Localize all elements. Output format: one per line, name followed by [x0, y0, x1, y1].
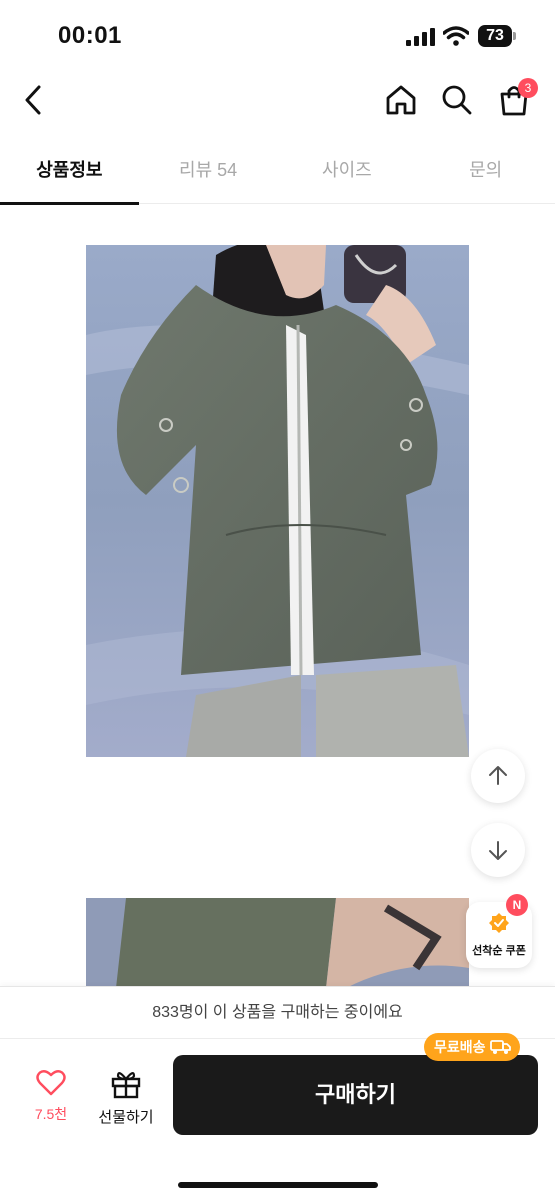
arrow-up-icon — [489, 766, 507, 785]
scroll-down-button[interactable] — [471, 823, 525, 877]
product-photo-second-graphic — [86, 898, 469, 988]
cellular-signal-icon — [406, 28, 435, 46]
search-icon — [442, 85, 472, 115]
home-button[interactable] — [381, 80, 421, 120]
home-indicator — [178, 1182, 378, 1188]
gift-icon — [111, 1072, 141, 1099]
status-time: 00:01 — [58, 22, 122, 49]
product-tabs: 상품정보 리뷰 54 사이즈 문의 — [0, 140, 555, 205]
wifi-icon — [443, 26, 469, 46]
product-photo — [86, 245, 469, 757]
product-photo-second — [86, 898, 469, 988]
coupon-check-icon — [489, 913, 509, 933]
cart-button[interactable]: 3 — [494, 78, 538, 120]
battery-level: 73 — [486, 27, 504, 44]
battery-indicator: 73 — [478, 25, 512, 47]
chevron-left-icon — [25, 85, 41, 115]
like-button[interactable]: 7.5천 — [22, 1069, 80, 1129]
gift-label: 선물하기 — [98, 1109, 154, 1126]
tab-size[interactable]: 사이즈 — [278, 140, 417, 203]
back-button[interactable] — [14, 80, 54, 120]
search-button[interactable] — [437, 80, 477, 120]
free-shipping-label: 무료배송 — [434, 1039, 486, 1055]
gift-button[interactable]: 선물하기 — [92, 1069, 160, 1129]
tab-inquiry[interactable]: 문의 — [416, 140, 555, 203]
buy-button[interactable]: 구매하기 — [173, 1055, 538, 1135]
first-come-coupon-button[interactable]: N 선착순 쿠폰 — [466, 894, 532, 968]
arrow-down-icon — [489, 841, 507, 860]
home-icon — [386, 85, 416, 115]
buyers-notice: 833명이 이 상품을 구매하는 중이에요 — [0, 987, 555, 1039]
tab-product-info[interactable]: 상품정보 — [0, 140, 139, 205]
free-shipping-badge: 무료배송 — [424, 1033, 520, 1061]
product-photo-graphic — [86, 245, 469, 757]
purchase-bar: 833명이 이 상품을 구매하는 중이에요 7.5천 선물하기 구매하기 무료배… — [0, 986, 555, 1200]
new-badge: N — [506, 894, 528, 916]
cart-count-badge: 3 — [518, 78, 538, 98]
tab-reviews[interactable]: 리뷰 54 — [139, 140, 278, 203]
delivery-truck-icon — [489, 1040, 511, 1054]
top-navigation: 3 — [0, 70, 555, 134]
heart-icon — [36, 1070, 66, 1096]
like-count: 7.5천 — [34, 1106, 68, 1122]
battery-tip — [513, 32, 516, 40]
scroll-up-button[interactable] — [471, 749, 525, 803]
status-bar: 00:01 73 — [0, 0, 555, 70]
coupon-label: 선착순 쿠폰 — [472, 945, 526, 957]
